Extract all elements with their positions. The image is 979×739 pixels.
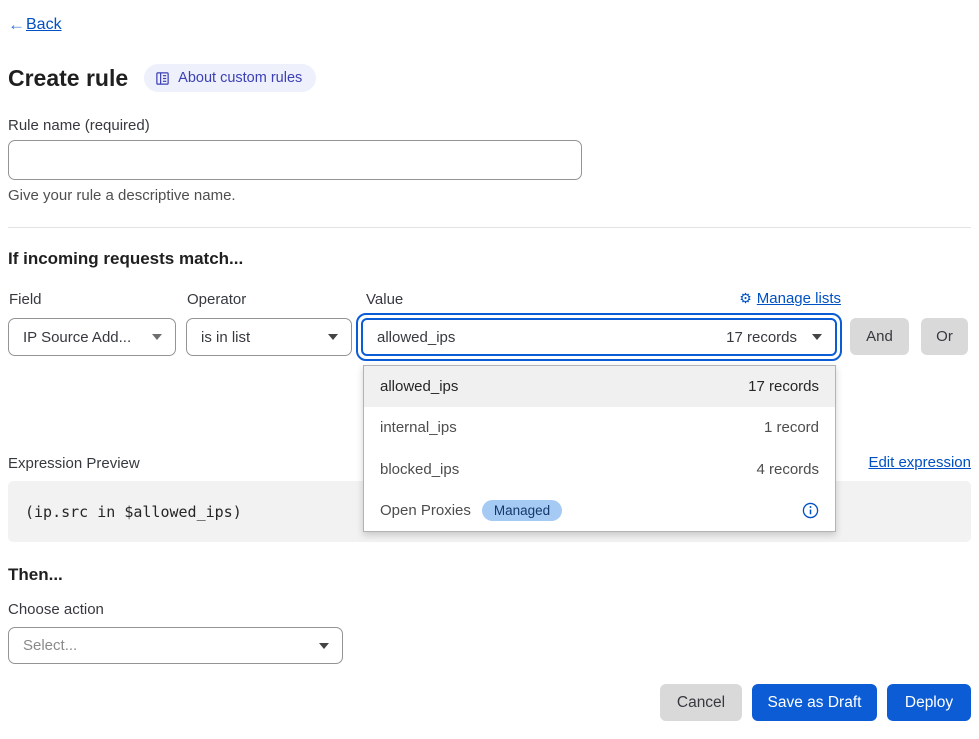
list-record-count: 17 records [748,378,819,395]
chevron-down-icon [152,334,162,340]
save-as-draft-button[interactable]: Save as Draft [752,684,877,721]
page-title: Create rule [8,65,128,92]
rule-name-helper-text: Give your rule a descriptive name. [8,187,236,204]
list-name: allowed_ips [380,378,458,395]
value-select-count: 17 records [726,329,797,346]
deploy-button[interactable]: Deploy [887,684,971,721]
chevron-down-icon [328,334,338,340]
back-link[interactable]: ← Back [8,15,62,35]
operator-label: Operator [187,291,246,308]
value-dropdown-menu: allowed_ips 17 records internal_ips 1 re… [363,365,836,532]
list-name: blocked_ips [380,461,459,478]
back-arrow-icon: ← [8,15,25,35]
operator-select[interactable]: is in list [186,318,352,356]
dropdown-item-open-proxies[interactable]: Open Proxies Managed [364,490,835,531]
manage-lists-link[interactable]: ⚙ Manage lists [718,290,841,307]
rule-name-label: Rule name (required) [8,117,150,134]
list-record-count: 4 records [756,461,819,478]
list-name: Open Proxies [380,502,471,519]
page-header: Create rule About custom rules [8,64,316,92]
operator-select-value: is in list [201,329,250,346]
list-record-count: 1 record [764,419,819,436]
info-icon[interactable] [802,502,819,519]
field-select[interactable]: IP Source Add... [8,318,176,356]
edit-expression-link[interactable]: Edit expression [868,454,971,471]
value-select-name: allowed_ips [377,329,455,346]
field-select-value: IP Source Add... [23,329,131,346]
dropdown-item-internal-ips[interactable]: internal_ips 1 record [364,407,835,448]
about-custom-rules-label: About custom rules [178,70,302,86]
field-label: Field [9,291,42,308]
book-icon [155,71,170,86]
choose-action-label: Choose action [8,601,104,618]
action-select[interactable]: Select... [8,627,343,664]
value-label: Value [366,291,403,308]
manage-lists-label: Manage lists [757,290,841,307]
section-divider [8,227,971,228]
and-button[interactable]: And [850,318,909,355]
list-name: internal_ips [380,419,457,436]
value-select-focus-ring: allowed_ips 17 records [356,313,842,361]
about-custom-rules-link[interactable]: About custom rules [144,64,316,92]
gear-icon: ⚙ [739,290,752,307]
value-select[interactable]: allowed_ips 17 records [361,318,837,356]
cancel-button[interactable]: Cancel [660,684,742,721]
or-button[interactable]: Or [921,318,968,355]
match-section-heading: If incoming requests match... [8,249,243,269]
dropdown-item-blocked-ips[interactable]: blocked_ips 4 records [364,449,835,490]
dropdown-item-allowed-ips[interactable]: allowed_ips 17 records [364,366,835,407]
create-rule-page: ← Back Create rule About custom rules Ru… [0,0,979,739]
rule-name-input[interactable] [8,140,582,180]
chevron-down-icon [319,643,329,649]
action-select-placeholder: Select... [23,637,77,654]
back-link-label: Back [26,16,62,34]
chevron-down-icon [812,334,822,340]
then-section-heading: Then... [8,565,63,585]
managed-badge: Managed [482,500,562,521]
expression-preview-label: Expression Preview [8,455,140,472]
